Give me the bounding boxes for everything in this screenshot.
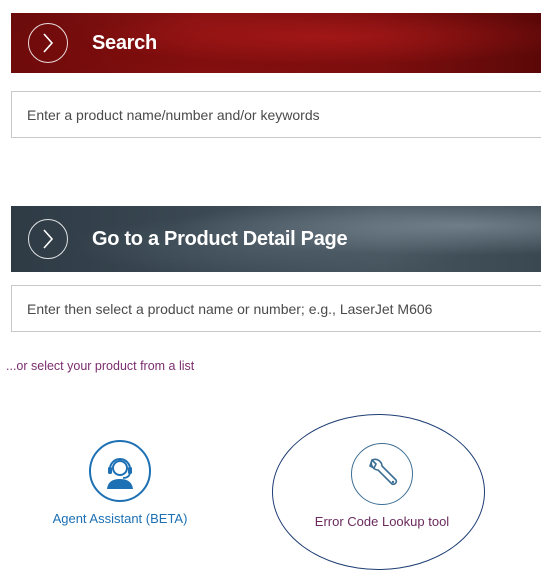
page: Search Go to a Product Detail Page ...or… <box>0 0 541 571</box>
error-code-lookup-label[interactable]: Error Code Lookup tool <box>315 514 449 529</box>
product-field-container <box>11 285 541 332</box>
chevron-right-icon <box>28 219 68 259</box>
product-detail-banner: Go to a Product Detail Page <box>11 206 541 272</box>
search-input[interactable] <box>12 91 541 138</box>
search-banner: Search <box>11 13 541 73</box>
wrench-icon[interactable] <box>351 443 413 505</box>
agent-assistant-label[interactable]: Agent Assistant (BETA) <box>53 511 188 526</box>
headset-agent-icon[interactable] <box>89 440 151 502</box>
product-input[interactable] <box>12 285 541 332</box>
search-title: Search <box>92 31 157 54</box>
chevron-right-icon <box>28 23 68 63</box>
error-code-lookup-tool[interactable]: Error Code Lookup tool <box>292 443 472 529</box>
agent-assistant-tool[interactable]: Agent Assistant (BETA) <box>40 440 200 526</box>
select-from-list-link[interactable]: ...or select your product from a list <box>6 359 194 373</box>
search-field-container <box>11 91 541 138</box>
product-detail-title: Go to a Product Detail Page <box>92 227 348 250</box>
